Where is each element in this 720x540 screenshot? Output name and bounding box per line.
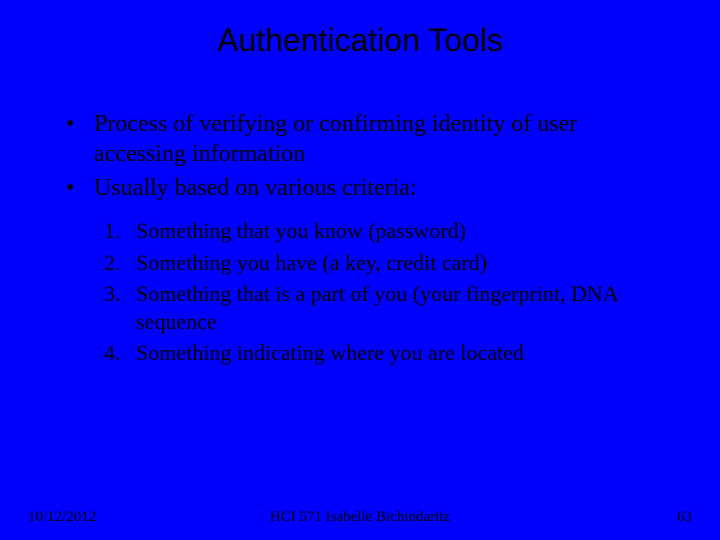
footer-center: HCI 571 Isabelle Bichindaritz <box>270 509 450 526</box>
bullet-item: Usually based on various criteria: <box>60 173 670 203</box>
numbered-item: Something you have (a key, credit card) <box>104 249 670 277</box>
bullet-list: Process of verifying or confirming ident… <box>60 109 670 203</box>
footer-page-number: 63 <box>677 509 692 526</box>
slide-footer: 10/12/2012 HCI 571 Isabelle Bichindaritz… <box>0 509 720 526</box>
slide-title: Authentication Tools <box>0 0 720 69</box>
numbered-item: Something that is a part of you (your fi… <box>104 280 670 335</box>
bullet-item: Process of verifying or confirming ident… <box>60 109 670 169</box>
slide-content: Process of verifying or confirming ident… <box>0 69 720 367</box>
footer-date: 10/12/2012 <box>28 509 96 526</box>
numbered-item: Something that you know (password) <box>104 217 670 245</box>
numbered-item: Something indicating where you are locat… <box>104 339 670 367</box>
numbered-list: Something that you know (password) Somet… <box>60 217 670 367</box>
